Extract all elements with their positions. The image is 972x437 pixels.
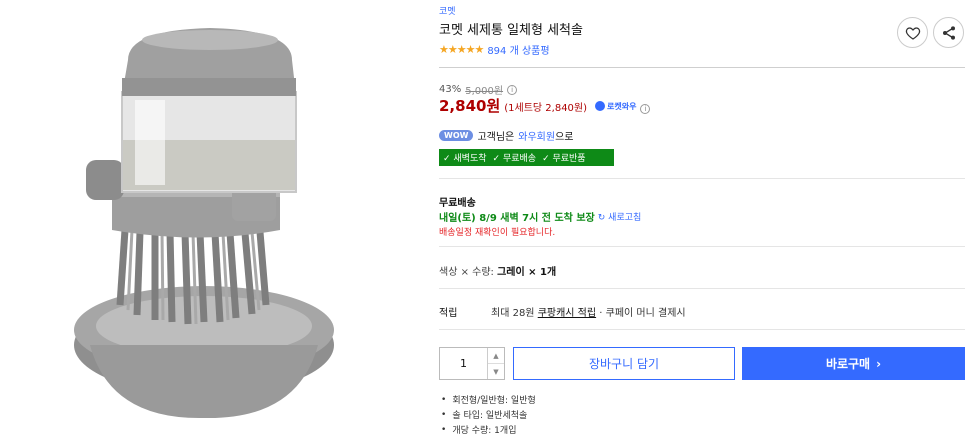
rating-row[interactable]: ★★★★★ 894 개 상품평 (439, 42, 550, 57)
wow-text-after: 으로 (555, 132, 574, 143)
product-info-panel: 코멧 코멧 세제통 일체형 세척솔 ★★★★★ 894 개 상품평 43% 5,… (439, 0, 965, 437)
benefit-label: 무료반품 (552, 154, 586, 164)
product-image (0, 0, 420, 437)
attribute-item: 솔 타입: 일반세척솔 (439, 407, 536, 422)
quantity-down-icon[interactable]: ▼ (488, 364, 504, 379)
divider (439, 288, 965, 289)
product-title: 코멧 세제통 일체형 세척솔 (439, 23, 583, 38)
favorite-button[interactable] (897, 17, 928, 48)
wow-badge: WOW (439, 130, 474, 141)
divider (439, 67, 965, 68)
quantity-stepper[interactable]: 1 ▲ ▼ (439, 347, 505, 380)
points-info: 최대 28원 쿠팡캐시 적립 · 쿠페이 머니 결제시 (491, 304, 686, 319)
divider (439, 329, 965, 330)
shipping-label: 무료배송 (439, 198, 476, 209)
rating-stars-icon: ★★★★★ (439, 43, 484, 56)
benefit-free-shipping: ✓ 무료배송 (492, 154, 537, 164)
rocket-icon (595, 101, 606, 111)
shipping-date-text: 내일(토) 8/9 새벽 7시 전 도착 보장 (439, 213, 595, 224)
benefit-free-return: ✓ 무료반품 (542, 154, 586, 164)
divider (439, 246, 965, 247)
review-count-link[interactable]: 894 개 상품평 (487, 42, 549, 57)
product-attributes: 회전형/일반형: 일반형 솔 타입: 일반세척솔 개당 수량: 1개입 (439, 392, 536, 437)
quantity-arrows: ▲ ▼ (488, 348, 504, 379)
points-amount: 최대 28원 (491, 308, 535, 319)
brand-link[interactable]: 코멧 (439, 4, 456, 17)
buy-now-button[interactable]: 바로구매 › (742, 347, 965, 380)
points-suffix: · 쿠페이 머니 결제시 (599, 308, 686, 319)
benefit-dawn: ✓ 새벽도착 (443, 154, 487, 164)
info-icon[interactable]: i (640, 104, 651, 114)
unit-price: (1세트당 2,840원) (504, 103, 588, 114)
heart-icon (905, 26, 920, 40)
discount-rate: 43% (439, 84, 462, 95)
attribute-item: 개당 수량: 1개입 (439, 422, 536, 437)
benefit-label: 새벽도착 (453, 154, 487, 164)
points-label: 적립 (439, 308, 458, 319)
quantity-input[interactable]: 1 (440, 348, 488, 379)
option-summary: 색상 × 수량: 그레이 × 1개 (439, 263, 556, 278)
rocket-wow-badge: 로켓와우 (595, 101, 636, 112)
wow-member-link[interactable]: 와우회원 (518, 128, 555, 143)
shipping-warning: 배송일정 재확인이 필요합니다. (439, 228, 556, 238)
price-row: 2,840원 (1세트당 2,840원) 로켓와우 i (439, 95, 651, 116)
refresh-label: 새로고침 (608, 213, 642, 223)
share-button[interactable] (933, 17, 964, 48)
shipping-date: 내일(토) 8/9 새벽 7시 전 도착 보장 ↻ 새로고침 (439, 209, 641, 224)
divider (439, 178, 965, 179)
benefit-bar: ✓ 새벽도착 ✓ 무료배송 ✓ 무료반품 (439, 149, 614, 166)
coupang-cash-link[interactable]: 쿠팡캐시 적립 (538, 308, 596, 319)
add-to-cart-button[interactable]: 장바구니 담기 (513, 347, 735, 380)
attribute-item: 회전형/일반형: 일반형 (439, 392, 535, 407)
refresh-button[interactable]: ↻ 새로고침 (598, 210, 642, 223)
share-icon (942, 25, 955, 40)
info-icon[interactable]: i (507, 84, 518, 95)
option-value: 그레이 × 1개 (497, 267, 557, 278)
buy-now-label: 바로구매 (825, 357, 871, 371)
quantity-up-icon[interactable]: ▲ (488, 348, 504, 364)
wow-member-row: WOW 고객님은 와우회원 으로 (439, 128, 573, 143)
wow-text-before: 고객님은 (477, 132, 515, 143)
rocket-label: 로켓와우 (607, 101, 637, 111)
sale-price: 2,840원 (439, 97, 501, 115)
option-label: 색상 × 수량: (439, 267, 494, 278)
benefit-label: 무료배송 (502, 154, 537, 164)
chevron-right-icon: › (876, 356, 882, 371)
